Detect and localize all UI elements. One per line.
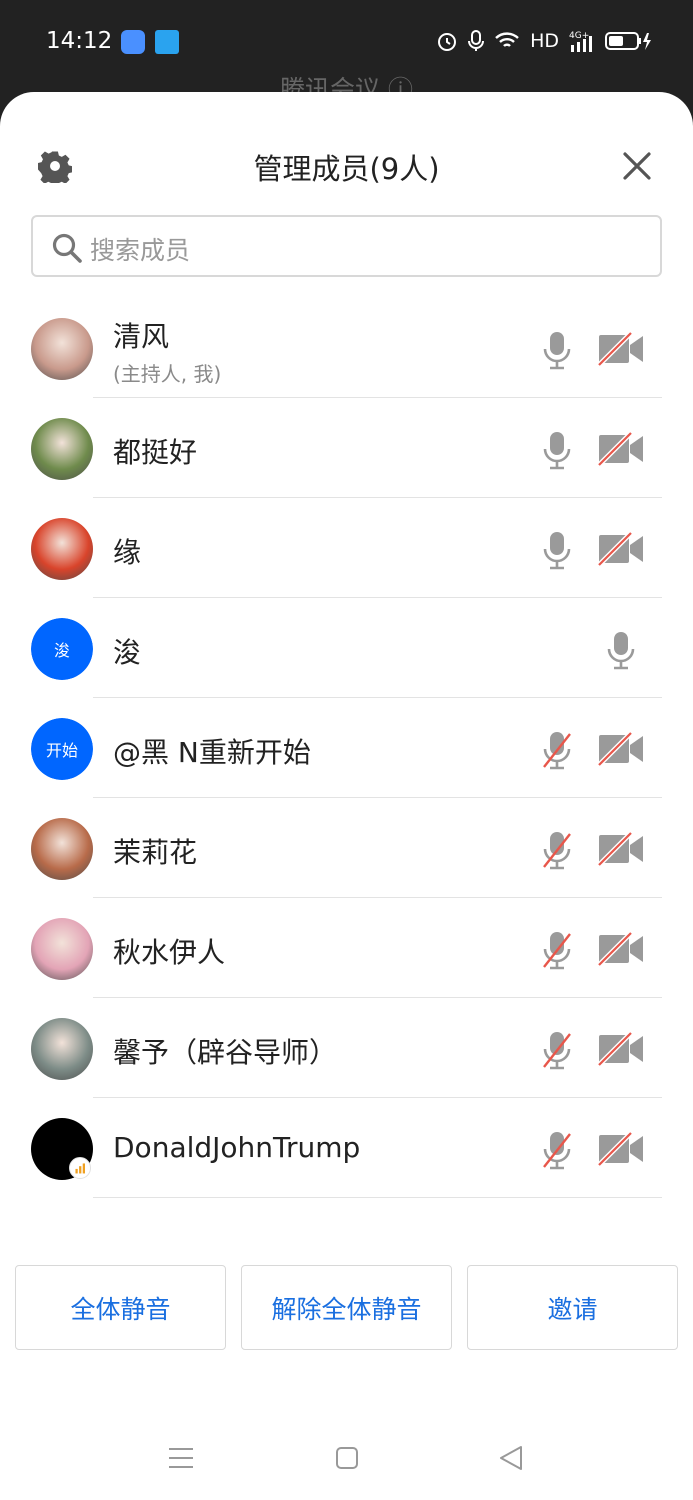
avatar [31, 918, 93, 980]
camera-off-icon[interactable] [597, 532, 645, 566]
search-placeholder: 搜索成员 [90, 236, 191, 265]
mute-all-button[interactable]: 全体静音 [15, 1265, 226, 1350]
member-row[interactable]: 缘 [0, 498, 693, 598]
battery-icon [605, 32, 651, 50]
sheet-title: 管理成员(9人) [253, 152, 440, 186]
camera-off-icon[interactable] [597, 832, 645, 866]
member-row[interactable]: 秋水伊人 [0, 898, 693, 998]
microphone-muted-icon[interactable] [540, 1130, 574, 1170]
wifi-icon [495, 32, 519, 47]
recent-apps-icon[interactable] [169, 1447, 193, 1469]
row-divider [93, 1197, 662, 1198]
member-name: 缘 [113, 536, 142, 569]
member-row[interactable]: DonaldJohnTrump [0, 1098, 693, 1198]
microphone-icon[interactable] [604, 630, 638, 670]
status-time: 14:12 [46, 28, 113, 54]
member-name: 馨予（辟谷导师） [113, 1036, 338, 1069]
member-name: @黑 N重新开始 [113, 736, 311, 769]
camera-off-icon[interactable] [597, 1032, 645, 1066]
camera-off-icon[interactable] [597, 1132, 645, 1166]
member-row[interactable]: 都挺好 [0, 398, 693, 498]
microphone-icon[interactable] [540, 530, 574, 570]
member-list: 清风 (主持人, 我) 都挺好缘浚浚开始 @黑 N重新开始 茉莉花秋水伊人馨予（辟谷导师… [0, 298, 693, 1198]
member-row[interactable]: 馨予（辟谷导师） [0, 998, 693, 1098]
member-row[interactable]: 开始 @黑 N重新开始 [0, 698, 693, 798]
member-name: 秋水伊人 [113, 936, 226, 969]
search-icon [52, 233, 82, 263]
alarm-icon [438, 33, 457, 51]
status-icons: HD 4G+ [436, 26, 653, 56]
send-app-icon [155, 30, 179, 54]
microphone-icon[interactable] [540, 330, 574, 370]
svg-text:4G+: 4G+ [569, 31, 589, 41]
camera-off-icon[interactable] [597, 432, 645, 466]
member-role: (主持人, 我) [113, 362, 222, 386]
signal-icon: 4G+ [569, 31, 592, 52]
member-row[interactable]: 浚浚 [0, 598, 693, 698]
member-row[interactable]: 清风 (主持人, 我) [0, 298, 693, 398]
avatar [31, 1018, 93, 1080]
avatar-initials: 开始 [31, 718, 93, 780]
invite-button[interactable]: 邀请 [467, 1265, 678, 1350]
hd-label: HD [530, 30, 559, 52]
microphone-muted-icon[interactable] [540, 1030, 574, 1070]
microphone-muted-icon[interactable] [540, 730, 574, 770]
avatar: 浚 [31, 618, 93, 680]
network-quality-icon [69, 1157, 91, 1179]
home-icon[interactable] [336, 1447, 358, 1469]
avatar [31, 418, 93, 480]
avatar [31, 818, 93, 880]
member-row[interactable]: 茉莉花 [0, 798, 693, 898]
member-name: 浚 [113, 636, 142, 669]
member-name: 茉莉花 [113, 836, 198, 869]
camera-off-icon[interactable] [597, 732, 645, 766]
status-bar: 14:12 HD 4G+ 腾讯会议 ⓘ [0, 0, 693, 104]
avatar-initials: 浚 [31, 618, 93, 680]
search-input[interactable]: 搜索成员 [31, 215, 662, 277]
system-nav-bar [0, 1432, 693, 1500]
microphone-muted-icon[interactable] [540, 930, 574, 970]
member-name: 清风 [113, 320, 170, 353]
microphone-icon[interactable] [540, 430, 574, 470]
member-name: 都挺好 [113, 436, 198, 469]
footer-actions: 全体静音 解除全体静音 邀请 [15, 1265, 678, 1350]
microphone-muted-icon[interactable] [540, 830, 574, 870]
manage-members-sheet: 管理成员(9人) 搜索成员 清风 (主持人, 我) 都挺好缘浚浚开始 @黑 N重新开始… [0, 92, 693, 1500]
avatar [31, 518, 93, 580]
avatar: 开始 [31, 718, 93, 780]
camera-off-icon[interactable] [597, 932, 645, 966]
member-name: DonaldJohnTrump [113, 1131, 361, 1164]
back-icon[interactable] [498, 1445, 524, 1471]
close-icon[interactable] [620, 149, 654, 183]
unmute-all-button[interactable]: 解除全体静音 [241, 1265, 452, 1350]
avatar [31, 318, 93, 380]
cloud-app-icon [121, 30, 145, 54]
microphone-status-icon [468, 30, 485, 51]
camera-off-icon[interactable] [597, 332, 645, 366]
